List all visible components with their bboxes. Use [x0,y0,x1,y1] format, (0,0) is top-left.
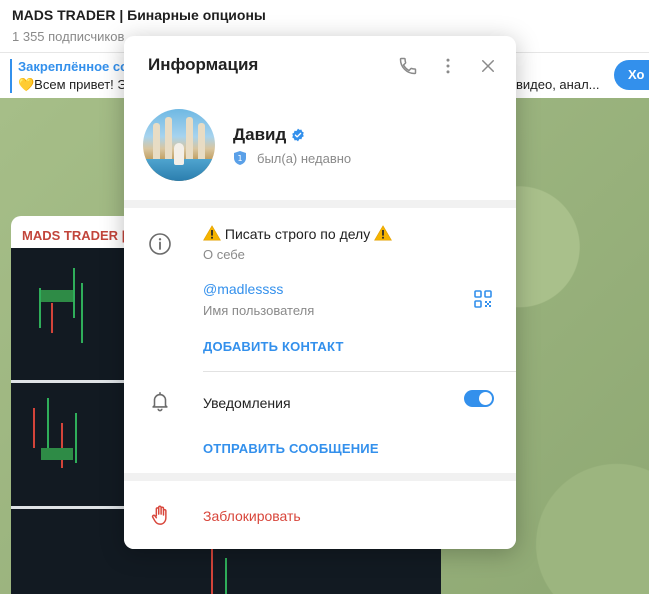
candle [81,283,83,343]
candle [33,408,35,448]
send-message-button[interactable]: ОТПРАВИТЬ СООБЩЕНИЕ [203,441,379,456]
username-link[interactable]: @madlessss [203,281,283,297]
verified-badge-icon [291,128,305,142]
candle [73,268,75,318]
divider [203,371,516,372]
dialog-title: Информация [148,55,259,74]
info-icon [148,232,172,256]
pinned-text: 💛Всем привет! Э [18,77,127,92]
shield-icon: 1 [234,151,246,165]
candle [51,303,53,333]
bio-text: Писать строго по делу [203,225,393,242]
message-author: MADS TRADER | [22,228,126,243]
svg-text:1: 1 [237,154,242,163]
candle [61,423,63,468]
phone-icon[interactable] [394,52,422,80]
bell-icon [148,389,172,413]
add-contact-button[interactable]: ДОБАВИТЬ КОНТАКТ [203,339,344,354]
profile-header: Информация Давид 1 был(а) недавно [124,36,516,200]
pinned-text-tail: видео, анал... [516,77,600,92]
pinned-title: Закреплённое со [18,59,129,74]
price-tag [41,448,73,460]
hand-stop-icon [148,503,172,527]
pinned-accent [10,59,12,93]
notifications-toggle[interactable] [464,390,494,407]
username-label: Имя пользователя [203,303,315,318]
close-icon[interactable] [474,52,502,80]
last-seen-status: был(а) недавно [257,151,352,166]
notifications-label: Уведомления [203,395,291,411]
info-section: Писать строго по делу О себе @madlessss … [124,208,516,473]
warning-icon [203,225,221,241]
avatar[interactable] [143,109,215,181]
user-info-dialog: Информация Давид 1 был(а) недавно Писать… [124,36,516,549]
toggle-knob [479,392,492,405]
warning-icon [374,225,393,241]
price-tag [41,290,73,302]
candle [225,558,227,594]
pinned-action-button[interactable]: Хо [614,60,649,90]
user-name: Давид [233,125,287,144]
candle [211,548,213,594]
bio-label: О себе [203,247,245,262]
bio-value: Писать строго по делу [224,226,371,242]
channel-title: MADS TRADER | Бинарные опционы [12,7,266,23]
block-user-button[interactable]: Заблокировать [203,508,301,524]
more-vertical-icon[interactable] [434,52,462,80]
block-section[interactable]: Заблокировать [124,481,516,549]
qr-code-icon[interactable] [474,290,492,308]
candle [75,413,77,463]
